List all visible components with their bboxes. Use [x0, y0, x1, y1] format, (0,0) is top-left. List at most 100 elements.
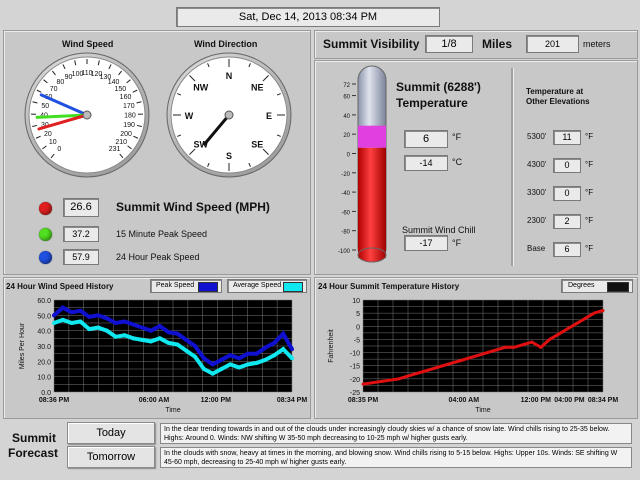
windchill-value: -17	[404, 235, 448, 251]
data-point	[193, 354, 198, 359]
y-tick-label: 60.0	[37, 298, 51, 305]
today-button[interactable]: Today	[67, 422, 155, 444]
data-point	[512, 345, 516, 349]
data-point	[459, 358, 463, 362]
wind-history-chart: 0.0 10.0 20.0 30.0 40.0 50.0 60.0 08:36 PM 06:00…	[19, 298, 307, 414]
data-point	[530, 340, 534, 344]
speed-gauge-tick-label: 50	[41, 103, 49, 110]
data-point	[228, 362, 233, 367]
data-point	[592, 311, 596, 315]
speed-gauge-tick-label: 150	[115, 86, 127, 93]
elevation-unit: °F	[585, 188, 594, 197]
compass-label: E	[266, 111, 272, 121]
x-axis-label: Time	[165, 407, 180, 414]
data-point	[60, 317, 65, 322]
data-point	[104, 328, 109, 333]
y-tick-label: 50.0	[37, 313, 51, 320]
current-speed-label: Summit Wind Speed (MPH)	[116, 200, 270, 214]
data-point	[237, 356, 242, 361]
elevation-label: Base	[527, 244, 546, 253]
x-tick-label: 04:00 AM	[449, 397, 480, 404]
visibility-meters-unit: meters	[583, 39, 611, 49]
visibility-miles-value: 1/8	[425, 35, 473, 53]
y-tick-label: 0	[356, 324, 360, 331]
current-speed-value: 26.6	[63, 198, 99, 217]
windchill-unit: °F	[452, 238, 462, 248]
tomorrow-button[interactable]: Tomorrow	[67, 446, 155, 468]
visibility-title: Summit Visibility	[323, 37, 420, 51]
data-point	[272, 340, 277, 345]
speed-gauge-tick-label: 200	[120, 131, 132, 138]
data-point	[281, 331, 286, 336]
data-point	[157, 324, 162, 329]
current-speed-led	[39, 202, 52, 215]
elevations-divider	[511, 68, 514, 266]
data-point	[485, 351, 489, 355]
speed-gauge-tick-label: 160	[120, 94, 132, 101]
data-point	[574, 322, 578, 326]
wind-speed-title: Wind Speed	[62, 39, 114, 49]
thermometer-scale-label: -60	[341, 210, 350, 216]
temp-c-value: -14	[404, 155, 448, 171]
summit-temp-title-2: Temperature	[396, 96, 468, 110]
data-point	[521, 343, 525, 347]
data-point	[477, 353, 481, 357]
elevation-unit: °F	[585, 160, 594, 169]
thermometer-fluid	[358, 147, 386, 258]
data-point	[131, 336, 136, 341]
compass-label: NE	[251, 83, 264, 93]
direction-gauge-hub	[224, 110, 234, 120]
compass-label: SE	[251, 139, 263, 149]
data-point	[290, 347, 294, 352]
thermometer-freeze-band	[358, 125, 386, 148]
y-tick-label: -10	[350, 351, 360, 358]
y-tick-label: -5	[354, 337, 360, 344]
data-point	[290, 356, 294, 361]
speed-gauge-hub	[82, 110, 92, 120]
thermometer: 72 60 40 20 0 -20 -40 -60 -80 -100	[338, 65, 387, 263]
data-point	[272, 353, 277, 358]
data-point	[166, 340, 171, 345]
speed-gauge-tick-label: 231	[109, 146, 121, 153]
temp-history-chart: -25 -20 -15 -10 -5 0 5 10 08:35 PM 04:00 AM 12:00 …	[328, 298, 618, 414]
data-point	[432, 366, 436, 370]
x-tick-label: 04:00 PM	[554, 397, 585, 404]
data-point	[583, 316, 587, 320]
y-tick-label: 0.0	[41, 390, 51, 397]
average-speed-legend-label: Average Speed	[233, 282, 282, 289]
y-tick-label: 40.0	[37, 329, 51, 336]
data-point	[441, 364, 445, 368]
data-point	[503, 345, 507, 349]
elevation-unit: °F	[585, 216, 594, 225]
x-tick-label: 08:35 PM	[348, 397, 379, 404]
forecast-title-2: Forecast	[8, 446, 59, 460]
data-point	[210, 362, 215, 367]
data-point	[193, 344, 198, 348]
thermometer-scale-label: 60	[343, 95, 350, 101]
data-point	[388, 378, 392, 382]
summit-temp-title-1: Summit (6288')	[396, 80, 481, 94]
average-speed-legend-swatch	[283, 282, 303, 292]
data-point	[113, 321, 118, 325]
thermometer-bulb	[357, 247, 387, 263]
speed-gauge-tick-label: 70	[50, 86, 58, 93]
compass-label: NW	[193, 83, 208, 93]
visibility-miles-unit: Miles	[482, 37, 513, 51]
data-point	[201, 367, 206, 371]
y-axis-label: Fahrenheit	[328, 329, 335, 363]
peak24-label: 24 Hour Peak Speed	[116, 252, 200, 262]
today-forecast-text: In the clear trending towards in and out…	[160, 423, 632, 444]
thermometer-scale-label: -20	[341, 172, 350, 178]
elevations-title-2: Other Elevations	[526, 97, 590, 106]
y-tick-label: 20.0	[37, 359, 51, 366]
speed-gauge-tick-label: 10	[49, 139, 57, 146]
thermometer-scale-label: -40	[341, 191, 350, 197]
peak24-led	[39, 251, 52, 264]
peak-speed-legend-label: Peak Speed	[156, 282, 195, 289]
data-point	[361, 382, 365, 386]
degrees-legend: Degrees	[561, 279, 633, 293]
data-point	[78, 308, 83, 313]
data-point	[565, 327, 569, 331]
data-point	[122, 333, 127, 338]
elevation-value: 0	[553, 158, 581, 173]
